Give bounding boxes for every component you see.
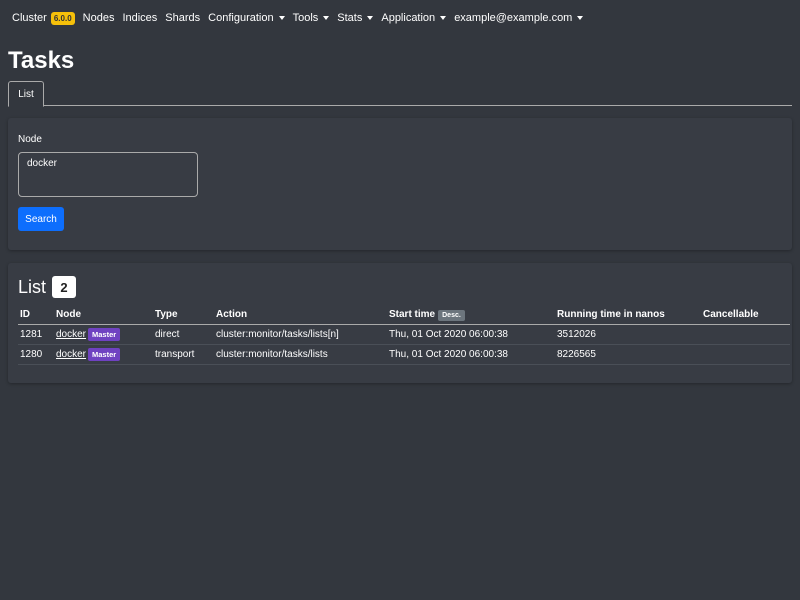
tabs: List [8,79,792,107]
label: Application [381,12,436,24]
nav-cluster[interactable]: Cluster 6.0.0 [12,11,75,25]
master-badge: Master [88,347,121,361]
node: docker Master [54,324,153,345]
nav-indices[interactable]: Indices [122,12,157,24]
caret-down-icon [577,16,584,20]
running-time: 3512026 [555,324,701,345]
label: example@example.com [454,12,573,24]
caret-down-icon [278,16,285,20]
version-badge: 6.0.0 [50,11,75,25]
brand-label: Cluster [12,12,47,24]
col-running-time[interactable]: Running time in nanos [555,306,701,325]
col-action[interactable]: Action [214,306,387,325]
navbar: Cluster 6.0.0 Nodes Indices Shards Config… [0,0,800,36]
nav-user[interactable]: example@example.com [454,12,584,24]
count-badge: 2 [52,276,77,298]
nav-configuration[interactable]: Configuration [208,12,285,24]
tab-list[interactable]: List [8,81,44,107]
node-select[interactable]: docker [18,152,198,197]
col-node[interactable]: Node [54,306,153,325]
node: docker Master [54,344,153,365]
list-card: List 2 ID Node Type Action Start time Desc… [8,263,792,383]
col-id[interactable]: ID [18,306,54,325]
start-time: Thu, 01 Oct 2020 06:00:38 [387,344,555,365]
type: direct [153,324,214,345]
action: cluster:monitor/tasks/lists[n] [214,324,387,345]
cancellable [701,324,790,345]
node-label: Node [18,134,42,145]
sort-desc-badge: Desc. [438,310,465,322]
start-time: Thu, 01 Oct 2020 06:00:38 [387,324,555,345]
col-start-time[interactable]: Start time Desc. [387,306,555,325]
col-cancellable[interactable]: Cancellable [701,306,790,325]
type: transport [153,344,214,365]
caret-down-icon [323,16,330,20]
list-title: List [18,276,47,297]
table-row: 1281 docker Master direct cluster:monitor… [18,324,790,345]
cancellable [701,344,790,365]
node-link[interactable]: docker [56,349,86,360]
node-link[interactable]: docker [56,329,86,340]
label: Tools [292,12,319,24]
nav-application[interactable]: Application [381,12,447,24]
table-row: 1280 docker Master transport cluster:moni… [18,344,790,365]
caret-down-icon [367,16,374,20]
nav-nodes[interactable]: Nodes [83,12,115,24]
nav-stats[interactable]: Stats [337,12,374,24]
label: Stats [337,12,363,24]
label: Start time [389,309,436,321]
id: 1280 [18,344,54,365]
col-type[interactable]: Type [153,306,214,325]
id: 1281 [18,324,54,345]
running-time: 8226565 [555,344,701,365]
filter-card: Node docker Search [8,118,792,250]
label: Configuration [208,12,274,24]
nav-shards[interactable]: Shards [165,12,200,24]
caret-down-icon [440,16,447,20]
master-badge: Master [88,327,121,341]
search-button[interactable]: Search [18,207,64,231]
action: cluster:monitor/tasks/lists [214,344,387,365]
nav-tools[interactable]: Tools [293,12,330,24]
tasks-table: ID Node Type Action Start time Desc. Runn… [18,306,790,365]
page-title: Tasks [8,47,75,74]
